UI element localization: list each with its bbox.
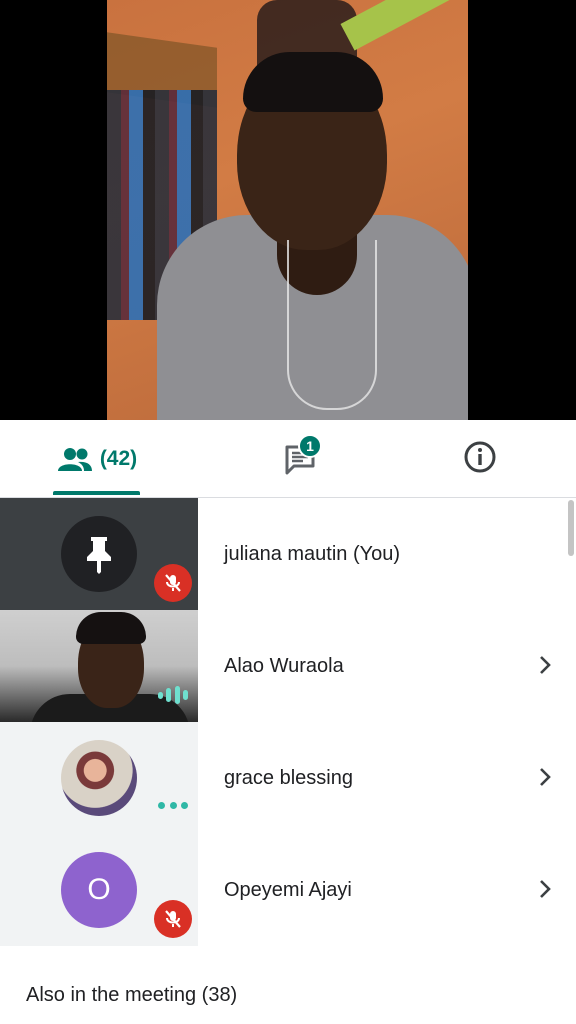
main-video-feed — [107, 0, 468, 420]
participant-name: Opeyemi Ajayi — [224, 878, 352, 901]
participant-name: Alao Wuraola — [224, 654, 344, 677]
avatar: O — [61, 852, 137, 928]
meeting-tab-bar: (42) 1 — [0, 420, 576, 498]
participant-row[interactable]: O Opeyemi Ajayi — [0, 834, 576, 946]
muted-mic-icon — [154, 564, 192, 602]
active-tab-indicator — [53, 491, 140, 495]
pin-icon[interactable] — [61, 516, 137, 592]
participant-row[interactable]: Alao Wuraola — [0, 610, 576, 722]
info-icon — [463, 440, 497, 479]
muted-mic-icon — [154, 900, 192, 938]
participant-count: (42) — [99, 447, 138, 470]
chevron-right-icon[interactable] — [534, 766, 556, 788]
tab-chat[interactable]: 1 — [265, 420, 335, 498]
also-in-meeting-header: Also in the meeting (38) — [26, 984, 238, 1006]
participant-video-tile — [0, 610, 198, 722]
participant-tile — [0, 498, 198, 610]
participant-name: juliana mautin (You) — [224, 542, 401, 565]
tab-info[interactable] — [455, 420, 505, 498]
avatar — [61, 740, 137, 816]
people-icon — [57, 447, 92, 471]
participant-list: juliana mautin (You) Alao Wuraola grace … — [0, 498, 576, 1024]
chevron-right-icon[interactable] — [534, 654, 556, 676]
participant-tile — [0, 722, 198, 834]
unread-badge: 1 — [298, 434, 322, 458]
participant-name: grace blessing — [224, 766, 353, 789]
chevron-right-icon[interactable] — [534, 878, 556, 900]
participant-tile: O — [0, 834, 198, 946]
tab-people[interactable]: (42) — [40, 420, 155, 498]
scrollbar[interactable] — [568, 500, 574, 556]
participant-row[interactable]: grace blessing — [0, 722, 576, 834]
audio-level-icon — [158, 686, 188, 704]
main-video-area[interactable] — [0, 0, 576, 420]
more-dots-icon — [158, 802, 188, 812]
participant-row-self[interactable]: juliana mautin (You) — [0, 498, 576, 610]
